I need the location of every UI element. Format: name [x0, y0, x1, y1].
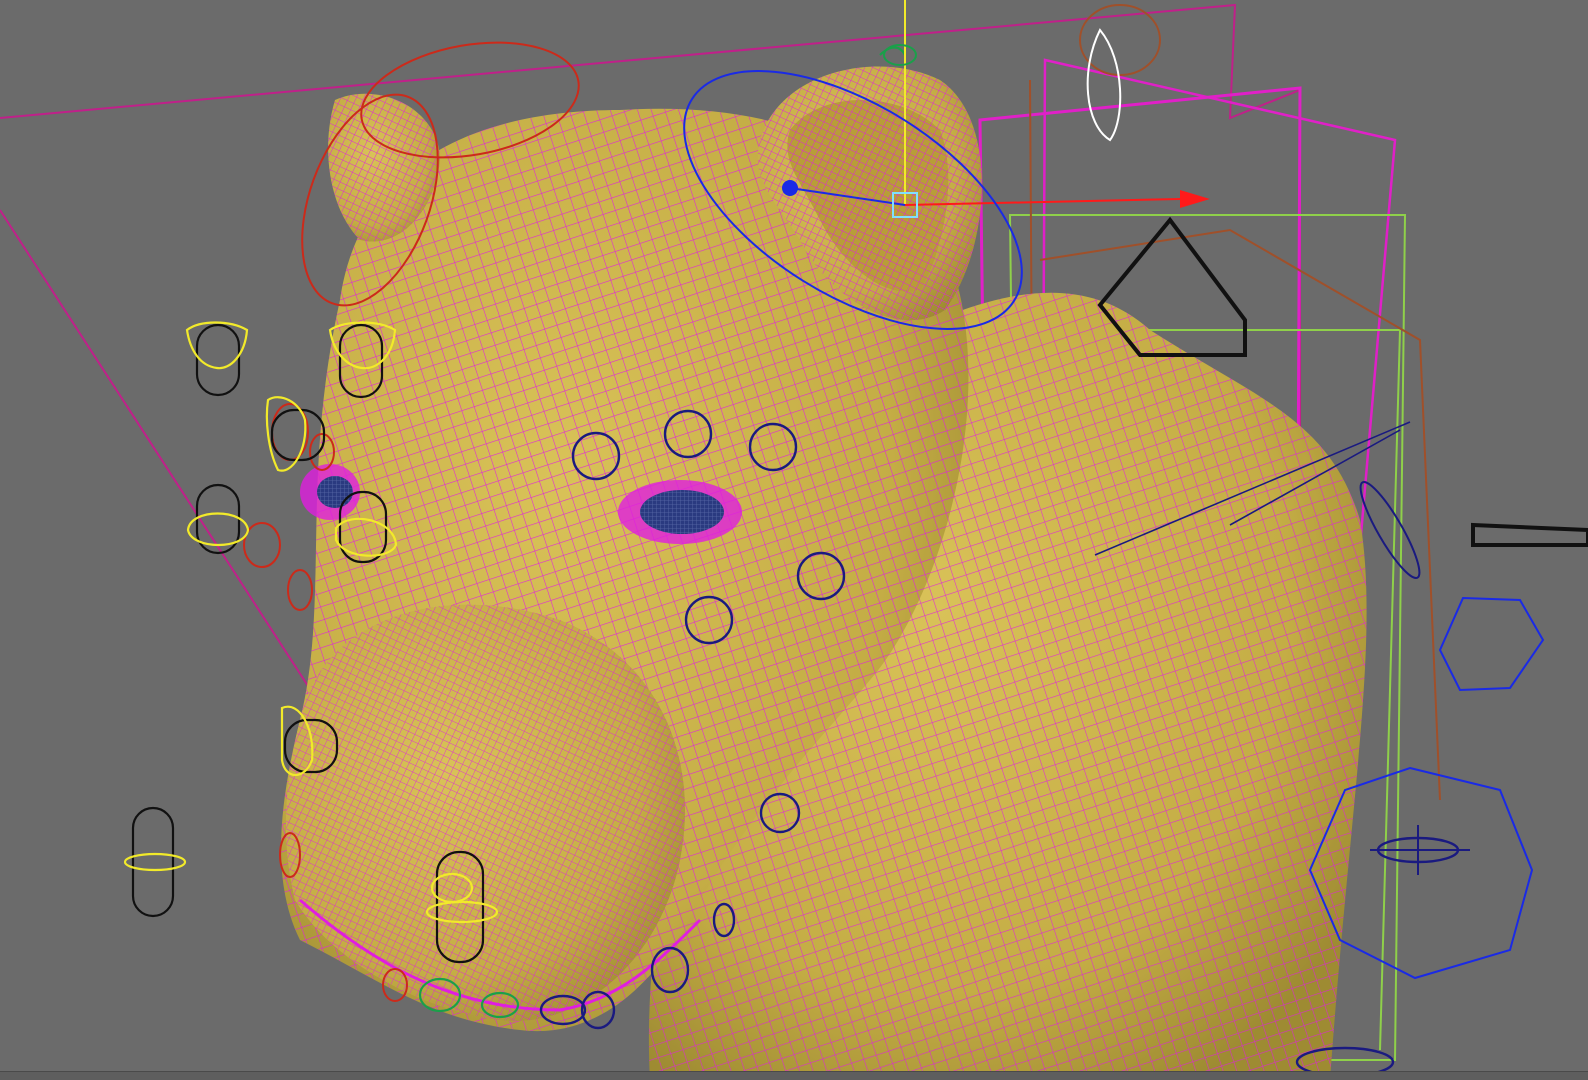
3d-viewport[interactable] [0, 0, 1588, 1080]
viewport-scene[interactable] [0, 0, 1588, 1080]
viewport-bottom-edge [0, 1071, 1588, 1080]
